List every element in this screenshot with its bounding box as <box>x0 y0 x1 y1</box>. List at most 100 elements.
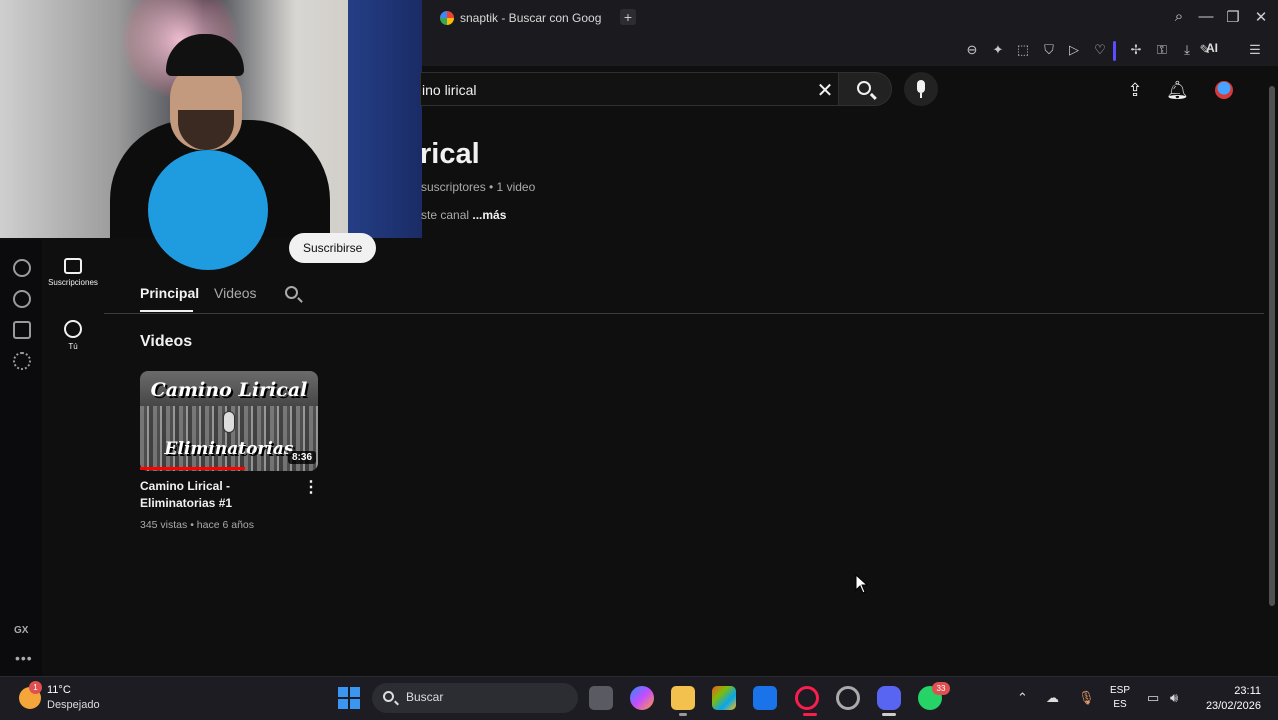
volume-icon[interactable]: 🔊︎ <box>1170 690 1178 706</box>
google-icon <box>440 11 454 25</box>
language-code: ESP <box>1110 685 1131 696</box>
microphone-tray-icon[interactable]: 🎙︎ <box>1078 690 1095 706</box>
file-explorer-icon[interactable] <box>671 686 695 710</box>
subscriptions-icon <box>64 258 82 274</box>
opera-gx-alt-icon[interactable] <box>836 686 860 710</box>
zoom-out-icon[interactable]: ⊖ <box>963 41 981 59</box>
weather-condition[interactable]: Despejado <box>47 699 100 711</box>
gx-corner-label[interactable]: GX <box>14 625 28 636</box>
settings-gear-icon[interactable] <box>13 352 31 370</box>
whatsapp-badge: 33 <box>932 682 950 695</box>
watch-progress-bar <box>140 467 245 470</box>
tray-chevron-icon[interactable]: ⌃ <box>1017 690 1028 706</box>
player-icon[interactable] <box>13 259 31 277</box>
guide-item-you[interactable]: Tú <box>42 320 104 351</box>
windows-logo-tile <box>350 699 360 709</box>
sidebar-more-icon[interactable]: ••• <box>15 650 33 666</box>
ai-label[interactable]: AI <box>1206 41 1218 55</box>
pin-icon[interactable]: ✦ <box>989 41 1007 59</box>
mouse-cursor-icon <box>855 574 869 594</box>
weather-badge: 1 <box>29 681 42 694</box>
video-title[interactable]: Camino Lirical - Eliminatorias #1 <box>140 478 300 512</box>
task-view-icon[interactable] <box>589 686 613 710</box>
mail-icon[interactable] <box>753 686 777 710</box>
extensions-icon[interactable]: ✢ <box>1127 41 1145 59</box>
network-icon[interactable]: ▭ <box>1147 690 1159 706</box>
microsoft-store-icon[interactable] <box>712 686 736 710</box>
app-active-indicator <box>882 713 896 716</box>
upload-icon[interactable]: ⇪ <box>1125 80 1145 100</box>
browser-tab[interactable]: snaptik - Buscar con Goog <box>440 6 601 30</box>
windows-logo-tile <box>338 687 348 697</box>
copilot-icon[interactable] <box>630 686 654 710</box>
onedrive-icon[interactable]: ☁ <box>1046 690 1059 706</box>
microphone-graphic <box>223 411 235 433</box>
browser-toolbar <box>422 36 1278 66</box>
video-meta: 345 vistas • hace 6 años <box>140 519 254 531</box>
channel-description[interactable]: ste canal ...más <box>421 208 506 222</box>
new-tab-button[interactable]: + <box>620 9 636 25</box>
active-tab-underline <box>140 310 193 312</box>
channel-name: rical <box>420 138 480 170</box>
channel-description-more[interactable]: ...más <box>472 208 506 222</box>
voice-search-button[interactable] <box>904 72 938 106</box>
keyboard-layout: ES <box>1113 699 1127 710</box>
heart-icon[interactable]: ♡ <box>1091 41 1109 59</box>
you-icon <box>64 320 82 338</box>
app-running-indicator <box>679 713 687 716</box>
menu-icon[interactable]: ☰ <box>1246 41 1264 59</box>
webcam-curtain <box>348 0 422 238</box>
guide-item-label: Suscripciones <box>48 278 98 287</box>
restore-icon[interactable]: ❐ <box>1223 8 1243 26</box>
tab-videos[interactable]: Videos <box>214 285 257 301</box>
video-menu-icon[interactable]: ⋮ <box>303 477 319 497</box>
shield-icon[interactable]: ⛉ <box>1040 41 1058 59</box>
system-clock[interactable]: 23:11 23/02/2026 <box>1200 684 1261 714</box>
download-icon[interactable]: ⤓ <box>1178 41 1196 59</box>
youtube-search-value: ino lirical <box>422 82 477 98</box>
tab-principal[interactable]: Principal <box>140 285 199 301</box>
send-icon[interactable]: ▷ <box>1065 41 1083 59</box>
notifications-bell-icon[interactable]: 🔔︎ <box>1166 80 1189 100</box>
scrollbar-thumb[interactable] <box>1269 86 1275 606</box>
start-button[interactable] <box>338 687 360 709</box>
channel-search-icon[interactable] <box>285 286 298 299</box>
minimize-icon[interactable]: — <box>1196 8 1216 25</box>
search-icon <box>383 691 394 702</box>
channel-meta: suscriptores • 1 video <box>421 180 536 194</box>
close-window-icon[interactable]: ✕ <box>1251 8 1271 26</box>
tabs-divider <box>104 313 1264 314</box>
clock-time: 23:11 <box>1234 685 1261 697</box>
guide-item-subscriptions[interactable]: Suscripciones <box>42 258 104 287</box>
youtube-search-button[interactable] <box>838 72 892 106</box>
windows-logo-tile <box>350 687 360 697</box>
subscribe-button[interactable]: Suscribirse <box>289 233 377 263</box>
profile-lock-icon[interactable]: ⚿ <box>1153 41 1171 59</box>
history-icon[interactable] <box>13 290 31 308</box>
discord-icon[interactable] <box>877 686 901 710</box>
language-indicator[interactable]: ESP ES <box>1110 684 1130 712</box>
taskbar-search-placeholder: Buscar <box>406 690 444 704</box>
microphone-icon <box>917 80 925 93</box>
clock-date: 23/02/2026 <box>1205 700 1261 712</box>
microphone-stand <box>920 93 922 98</box>
channel-description-text: ste canal <box>421 208 470 222</box>
toolbar-separator <box>1113 41 1116 61</box>
account-avatar[interactable] <box>1215 81 1233 99</box>
guide-item-label: Tú <box>68 342 78 351</box>
taskbar-search[interactable]: Buscar <box>372 683 578 713</box>
app-active-indicator <box>803 713 817 716</box>
page-scrollbar[interactable] <box>1266 66 1278 676</box>
youtube-search-input[interactable] <box>420 72 848 106</box>
thumbnail-title-top: Camino Lirical <box>150 379 308 401</box>
clear-search-icon[interactable]: ✕ <box>815 78 835 103</box>
opera-gx-icon[interactable] <box>795 686 819 710</box>
weather-temperature[interactable]: 11°C <box>47 684 71 696</box>
snapshot-icon[interactable]: ⬚ <box>1014 41 1032 59</box>
channel-avatar[interactable] <box>148 150 268 270</box>
browser-tab-title: snaptik - Buscar con Goog <box>460 11 602 25</box>
search-icon <box>857 81 871 95</box>
search-tabs-icon[interactable]: ⌕ <box>1169 8 1189 25</box>
section-title: Videos <box>140 333 193 350</box>
extensions-sidebar-icon[interactable] <box>13 321 31 339</box>
